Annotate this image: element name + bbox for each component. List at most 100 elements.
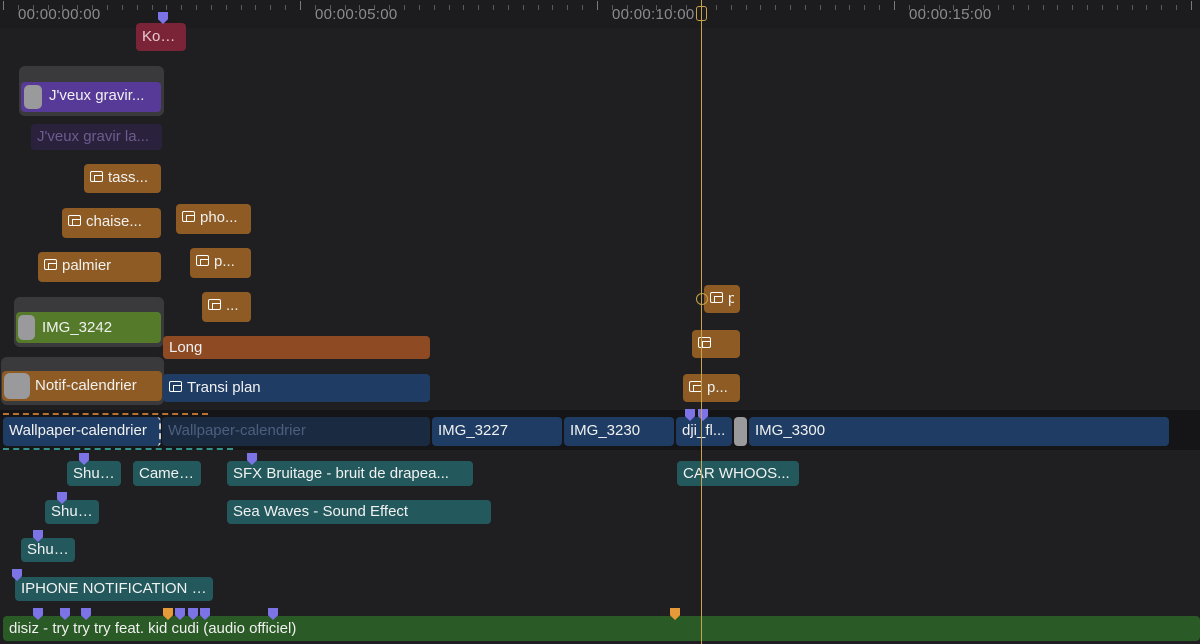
ruler-tick (1101, 5, 1103, 10)
clip-music[interactable]: disiz - try try try feat. kid cudi (audi… (3, 616, 1200, 641)
ruler-tick (804, 5, 806, 10)
ruler-tick (1176, 5, 1178, 10)
clip-jveux-gravir-la[interactable]: J'veux gravir la... (31, 124, 162, 150)
ruler-tick (210, 5, 212, 10)
clip-label: Long (169, 339, 203, 356)
ruler-tick (597, 1, 598, 10)
clip-icon (68, 215, 81, 226)
ruler-tick (819, 5, 821, 10)
clip-label: p... (707, 379, 728, 396)
ruler-tick (255, 5, 257, 10)
clip-sfx-drapeau[interactable]: SFX Bruitage - bruit de drapea... (227, 461, 473, 486)
clip-transi-plan[interactable]: Transi plan (163, 374, 430, 402)
clip-right-p-dots[interactable]: p... (683, 374, 740, 402)
clip-dji[interactable]: dji_fl... (676, 417, 732, 446)
playhead[interactable] (701, 0, 702, 644)
ruler-tick (1146, 5, 1148, 10)
clip-right-blank[interactable] (692, 330, 740, 358)
clip-label: Shut... (51, 503, 93, 520)
ruler-tick (478, 5, 480, 10)
ruler-tick (225, 5, 227, 10)
clip-icon (182, 211, 195, 222)
ruler-tick (507, 5, 509, 10)
clip-img-3227[interactable]: IMG_3227 (432, 417, 562, 446)
compound-handle[interactable] (4, 373, 30, 399)
clip-long[interactable]: Long (163, 336, 430, 359)
clip-icon (196, 255, 209, 266)
ruler-tick (285, 5, 287, 10)
clip-label: IMG_3300 (755, 422, 826, 439)
ruler-tick (1087, 5, 1089, 10)
clip-label: Wallpaper-calendrier (9, 422, 147, 439)
ruler-tick (196, 5, 198, 10)
ruler-tick (270, 5, 272, 10)
clip-label: dji_fl... (682, 422, 726, 439)
clip-label: ... (226, 297, 239, 314)
clip-wallpaper-calendrier[interactable]: Wallpaper-calendrier (3, 417, 161, 446)
ruler-tick (448, 5, 450, 10)
transition-handle[interactable] (734, 417, 747, 446)
clip-notif-calendrier[interactable]: Notif-calendrier (2, 371, 162, 401)
clip-label: Shut... (27, 541, 69, 558)
clip-shutter-1[interactable]: Shut... (67, 461, 121, 486)
clip-icon (208, 299, 221, 310)
timecode-15: 00:00:15:00 (909, 6, 992, 23)
clip-label: Notif-calendrier (35, 377, 137, 394)
clip-label: Camer... (139, 465, 195, 482)
clip-iphone-notification[interactable]: IPHONE NOTIFICATION S... (15, 577, 213, 601)
clip-shutter-2[interactable]: Shut... (45, 500, 99, 524)
clip-label: p... (214, 253, 235, 270)
ruler-tick (1012, 5, 1014, 10)
ruler-tick (3, 1, 4, 10)
timecode-0: 00:00:00:00 (18, 6, 101, 23)
ruler-tick (864, 5, 866, 10)
ruler-tick (790, 5, 792, 10)
ruler-tick (849, 5, 851, 10)
clip-camera[interactable]: Camer... (133, 461, 201, 486)
clip-icon (44, 259, 57, 270)
clip-p[interactable]: p... (190, 248, 251, 278)
ruler-tick (166, 5, 168, 10)
clip-tass[interactable]: tass... (84, 164, 161, 193)
ruler-tick (1042, 5, 1044, 10)
clip-img-3300[interactable]: IMG_3300 (749, 417, 1169, 446)
ruler-tick (1116, 5, 1118, 10)
timecode-5: 00:00:05:00 (315, 6, 398, 23)
clip-sea-waves[interactable]: Sea Waves - Sound Effect (227, 500, 491, 524)
ruler-tick (997, 5, 999, 10)
ruler-tick (1027, 5, 1029, 10)
clip-chaise[interactable]: chaise... (62, 208, 161, 238)
ruler-tick (745, 5, 747, 10)
clip-car-whoosh[interactable]: CAR WHOOS... (677, 461, 799, 486)
clip-kodak-title[interactable]: Kod... (136, 23, 186, 51)
clip-jveux-gravir[interactable]: J'veux gravir... (21, 82, 161, 112)
ruler-tick (106, 5, 108, 10)
clip-label: palmier (62, 257, 112, 274)
ruler-tick (879, 5, 881, 10)
clip-label: disiz - try try try feat. kid cudi (audi… (9, 620, 297, 637)
ruler-tick (418, 5, 420, 10)
ruler-tick (240, 5, 242, 10)
clip-label: CAR WHOOS... (683, 465, 790, 482)
playhead-handle[interactable] (696, 6, 707, 21)
clip-label: tass... (108, 169, 149, 186)
clip-dots[interactable]: ... (202, 292, 251, 322)
keyframe-circle[interactable] (696, 293, 708, 305)
clip-right-p[interactable]: p (704, 285, 740, 313)
clip-palmier[interactable]: palmier (38, 252, 161, 282)
compound-handle[interactable] (18, 315, 35, 340)
compound-handle[interactable] (24, 85, 42, 109)
timeline-area[interactable]: Kod... J'veux gravir... J'veux gravir la… (0, 12, 1200, 644)
clip-label: IMG_3242 (42, 319, 113, 336)
clip-label: Sea Waves - Sound Effect (233, 503, 409, 520)
clip-label: Shut... (73, 465, 115, 482)
clip-img-3230[interactable]: IMG_3230 (564, 417, 674, 446)
ruler-tick (1131, 5, 1133, 10)
ruler-tick (582, 5, 584, 10)
clip-img-3242[interactable]: IMG_3242 (16, 312, 161, 343)
ruler-tick (151, 5, 153, 10)
clip-pho[interactable]: pho... (176, 204, 251, 234)
clip-shutter-3[interactable]: Shut... (21, 538, 75, 562)
ruler-tick (463, 5, 465, 10)
clip-wallpaper-calendrier-dim[interactable]: Wallpaper-calendrier (162, 417, 430, 446)
